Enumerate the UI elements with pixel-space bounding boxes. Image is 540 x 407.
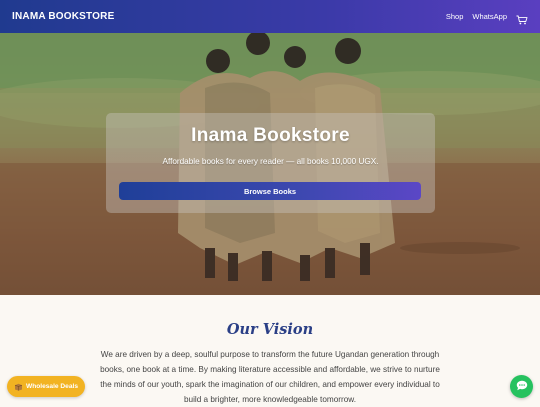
wholesale-deals-button[interactable]: Wholesale Deals xyxy=(7,376,85,397)
hero-card: Inama Bookstore Affordable books for eve… xyxy=(106,113,435,213)
top-navbar: INAMA BOOKSTORE Shop WhatsApp xyxy=(0,0,540,33)
hero-title: Inama Bookstore xyxy=(191,125,350,146)
box-icon xyxy=(14,383,23,391)
brand-logo-text[interactable]: INAMA BOOKSTORE xyxy=(12,11,114,22)
wholesale-deals-label: Wholesale Deals xyxy=(25,383,79,390)
cart-icon[interactable] xyxy=(516,12,528,24)
nav-link-whatsapp[interactable]: WhatsApp xyxy=(472,12,507,21)
hero-subtitle: Affordable books for every reader — all … xyxy=(162,157,379,166)
chat-icon xyxy=(516,379,528,394)
nav-link-shop[interactable]: Shop xyxy=(446,12,464,21)
vision-text: We are driven by a deep, soulful purpose… xyxy=(100,350,440,404)
vision-title: Our Vision xyxy=(226,321,314,338)
browse-books-button[interactable]: Browse Books xyxy=(119,182,421,200)
chat-button[interactable] xyxy=(510,375,533,398)
hero-section: Inama Bookstore Affordable books for eve… xyxy=(0,33,540,295)
nav-links: Shop WhatsApp xyxy=(446,12,528,24)
